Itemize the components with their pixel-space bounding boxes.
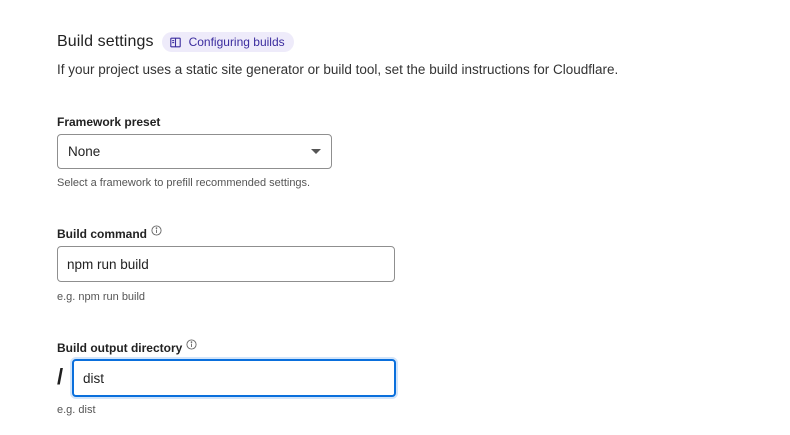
- framework-preset-label: Framework preset: [57, 115, 160, 129]
- build-command-input[interactable]: [57, 246, 395, 282]
- build-command-helper: e.g. npm run build: [57, 291, 146, 303]
- build-command-label: Build command: [57, 225, 162, 241]
- framework-preset-select[interactable]: None: [57, 134, 332, 169]
- framework-preset-helper: Select a framework to prefill recommende…: [57, 177, 311, 189]
- build-command-label-text: Build command: [57, 227, 148, 241]
- build-settings-description: If your project uses a static site gener…: [57, 62, 619, 77]
- build-settings-header: Build settings Configuring builds: [57, 31, 294, 53]
- build-output-directory-label: Build output directory: [57, 339, 197, 355]
- framework-preset-selected-value: None: [68, 144, 101, 159]
- configuring-builds-label: Configuring builds: [188, 35, 285, 49]
- framework-preset-label-text: Framework preset: [57, 115, 161, 129]
- build-output-directory-helper: e.g. dist: [57, 404, 96, 416]
- book-icon: [169, 37, 181, 48]
- configuring-builds-link[interactable]: Configuring builds: [161, 32, 294, 52]
- info-icon[interactable]: [186, 339, 197, 350]
- build-output-directory-input[interactable]: [72, 359, 396, 397]
- chevron-down-icon: [311, 149, 321, 154]
- build-output-directory-label-text: Build output directory: [57, 341, 183, 355]
- output-directory-prefix: /: [57, 364, 64, 389]
- info-icon[interactable]: [151, 225, 162, 236]
- build-settings-heading: Build settings: [57, 33, 154, 50]
